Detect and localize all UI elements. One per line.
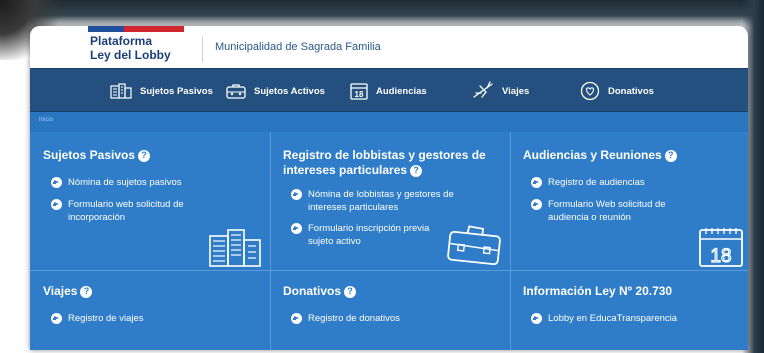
briefcase-icon (447, 225, 501, 266)
nav-item-viajes[interactable]: Viajes (472, 69, 529, 113)
card-title: Información Ley Nº 20.730 (523, 284, 673, 298)
nav-label: Donativos (608, 85, 654, 97)
arrow-right-icon (51, 313, 62, 324)
card-title: Registro de lobbistas y gestores de inte… (283, 148, 486, 177)
calendar-icon: 18 (699, 228, 743, 268)
card-link[interactable]: Nómina de lobbistas y gestores de intere… (291, 188, 466, 214)
help-icon[interactable]: ? (664, 149, 677, 162)
card-donativos: Donativos? Registro de donativos (270, 270, 510, 350)
card-title: Viajes? (43, 284, 93, 299)
gift-icon (580, 81, 600, 101)
help-icon[interactable]: ? (138, 149, 151, 162)
help-icon[interactable]: ? (410, 164, 423, 177)
calendar-icon: 18 (350, 83, 368, 100)
nav-label: Sujetos Activos (254, 85, 325, 97)
nav-item-audiencias[interactable]: 18 Audiencias (350, 69, 427, 113)
nav-label: Viajes (502, 85, 530, 97)
card-link[interactable]: Registro de audiencias (531, 176, 731, 189)
card-registro-lobbistas: Registro de lobbistas y gestores de inte… (270, 132, 510, 270)
card-link[interactable]: Registro de viajes (51, 312, 251, 325)
main-nav: Sujetos Pasivos Sujetos Activos 18 Audie… (30, 68, 748, 112)
photo-frame: Plataforma Ley del Lobby Municipalidad d… (0, 0, 764, 353)
help-icon[interactable]: ? (80, 285, 93, 298)
card-link[interactable]: Formulario web solicitud de incorporació… (51, 198, 201, 224)
content-grid: Sujetos Pasivos? Nómina de sujetos pasiv… (30, 132, 748, 350)
arrow-right-icon (531, 199, 542, 210)
arrow-right-icon (51, 199, 62, 210)
buildings-icon (209, 229, 261, 267)
arrow-right-icon (291, 313, 302, 324)
arrow-right-icon (291, 189, 302, 200)
nav-item-sujetos-pasivos[interactable]: Sujetos Pasivos (110, 69, 213, 113)
card-link[interactable]: Nómina de sujetos pasivos (51, 176, 261, 189)
card-title: Donativos? (283, 284, 357, 299)
logo-title[interactable]: Plataforma (90, 34, 152, 48)
airplane-icon (473, 81, 493, 98)
card-title: Audiencias y Reuniones? (523, 148, 677, 163)
card-sujetos-pasivos: Sujetos Pasivos? Nómina de sujetos pasiv… (30, 132, 270, 270)
browser-screen: Plataforma Ley del Lobby Municipalidad d… (30, 26, 748, 350)
nav-item-donativos[interactable]: Donativos (580, 69, 654, 113)
nav-label: Sujetos Pasivos (140, 85, 213, 97)
help-icon[interactable]: ? (344, 285, 357, 298)
arrow-right-icon (291, 223, 302, 234)
calendar-day: 18 (710, 246, 731, 267)
arrow-right-icon (531, 177, 542, 188)
card-link[interactable]: Lobby en EducaTransparencia (531, 312, 741, 325)
briefcase-icon (226, 84, 246, 99)
breadcrumb: Inicio (30, 112, 748, 132)
breadcrumb-home[interactable]: Inicio (39, 117, 53, 123)
svg-text:18: 18 (355, 90, 364, 99)
card-link[interactable]: Formulario inscripción previa sujeto act… (291, 222, 451, 248)
frame-shadow-top (30, 0, 764, 28)
logo-subtitle[interactable]: Ley del Lobby (90, 48, 171, 62)
card-viajes: Viajes? Registro de viajes (30, 270, 270, 350)
municipality-name: Municipalidad de Sagrada Familia (215, 41, 381, 53)
arrow-right-icon (51, 177, 62, 188)
header-divider (202, 36, 203, 62)
card-informacion-ley: Información Ley Nº 20.730 Lobby en Educa… (510, 270, 748, 350)
card-title: Sujetos Pasivos? (43, 148, 151, 163)
nav-label: Audiencias (376, 85, 427, 97)
buildings-icon (110, 83, 132, 99)
card-link[interactable]: Registro de donativos (291, 312, 491, 325)
arrow-right-icon (531, 313, 542, 324)
site-header: Plataforma Ley del Lobby Municipalidad d… (30, 26, 748, 68)
card-audiencias-reuniones: Audiencias y Reuniones? Registro de audi… (510, 132, 748, 270)
nav-item-sujetos-activos[interactable]: Sujetos Activos (226, 69, 325, 113)
card-link[interactable]: Formulario Web solicitud de audiencia o … (531, 198, 691, 224)
flag-stripe (88, 26, 184, 32)
